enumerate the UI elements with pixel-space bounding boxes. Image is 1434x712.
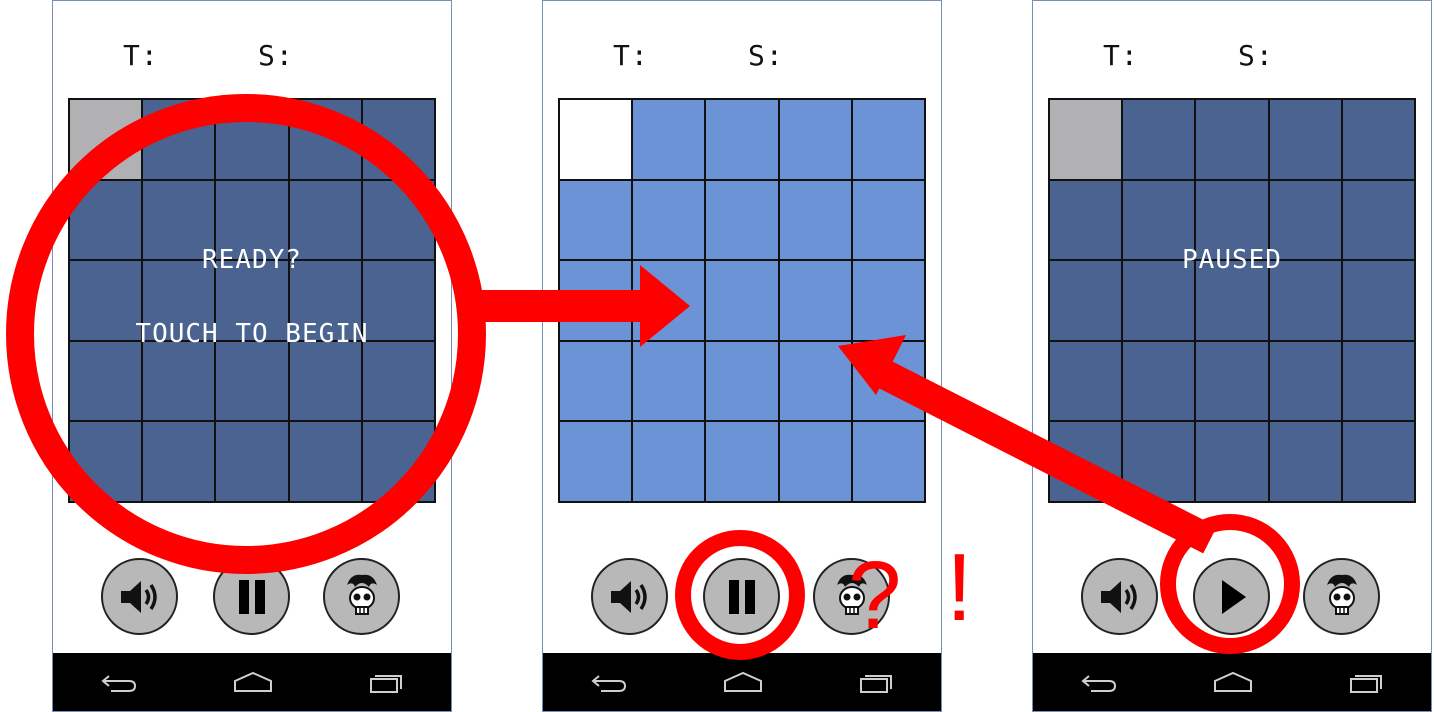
grid-cell[interactable] [851,340,925,422]
sound-button[interactable] [101,558,178,635]
score-label: S: [258,39,294,72]
grid-cell[interactable] [288,421,362,502]
recent-apps-icon[interactable] [1349,671,1383,693]
grid-cell[interactable] [1049,340,1123,422]
back-icon[interactable] [101,672,137,692]
grid-cell[interactable] [142,421,216,502]
grid-cell[interactable] [559,421,633,502]
grid-cell[interactable] [215,340,289,422]
grid-cell[interactable] [559,340,633,422]
time-label: T: [1103,39,1139,72]
grid-cell-highlighted[interactable] [1049,99,1123,180]
android-nav-bar [1033,653,1431,711]
home-icon[interactable] [723,671,763,693]
play-button[interactable] [1193,558,1270,635]
skull-icon [1326,574,1357,615]
grid-cell[interactable] [705,340,779,422]
speaker-icon [1100,580,1137,613]
grid-cell[interactable] [705,179,779,261]
grid-cell[interactable] [705,421,779,502]
pause-icon [238,579,265,614]
home-icon[interactable] [1213,671,1253,693]
back-icon[interactable] [591,672,627,692]
score-label: S: [748,39,784,72]
pause-icon [728,579,755,614]
touch-to-begin-message[interactable]: TOUCH TO BEGIN [68,319,436,349]
annotation-question-mark: ? [848,542,902,649]
time-label: T: [123,39,159,72]
grid-cell[interactable] [632,179,706,261]
game-grid[interactable] [1048,98,1416,503]
play-icon [1221,579,1246,614]
score-label: S: [1238,39,1274,72]
back-icon[interactable] [1081,672,1117,692]
grid-cell[interactable] [361,99,435,180]
grid-cell[interactable] [215,99,289,180]
grid-cell[interactable] [1122,340,1196,422]
annotation-exclamation-mark: ! [946,534,973,641]
recent-apps-icon[interactable] [859,671,893,693]
ready-message: READY? [202,245,302,275]
game-grid[interactable] [558,98,926,503]
grid-cell[interactable] [1341,421,1415,502]
grid-cell[interactable] [1122,421,1196,502]
speaker-icon [120,580,157,613]
grid-cell[interactable] [851,99,925,180]
grid-cell[interactable] [1268,421,1342,502]
grid-cell-highlighted[interactable] [69,99,143,180]
grid-cell[interactable] [778,421,852,502]
grid-cell[interactable] [778,179,852,261]
grid-cell[interactable] [215,421,289,502]
phone-screen-ready: T: S: READY? TOUCH TO BEGIN [52,0,452,712]
game-grid[interactable] [68,98,436,503]
grid-cell[interactable] [1268,99,1342,180]
grid-cell[interactable] [705,260,779,341]
grid-cell[interactable] [361,421,435,502]
grid-cell-highlighted[interactable] [559,99,633,180]
grid-cell[interactable] [288,340,362,422]
grid-cell[interactable] [851,421,925,502]
grid-cell[interactable] [632,260,706,341]
grid-cell[interactable] [1195,99,1269,180]
grid-cell[interactable] [778,340,852,422]
sound-button[interactable] [591,558,668,635]
grid-cell[interactable] [851,179,925,261]
android-nav-bar [53,653,451,711]
skull-icon [346,574,377,615]
grid-cell[interactable] [559,179,633,261]
recent-apps-icon[interactable] [369,671,403,693]
grid-cell[interactable] [778,260,852,341]
grid-cell[interactable] [1049,421,1123,502]
sound-button[interactable] [1081,558,1158,635]
time-label: T: [613,39,649,72]
grid-cell[interactable] [69,340,143,422]
grid-cell[interactable] [632,340,706,422]
grid-cell[interactable] [288,99,362,180]
grid-cell[interactable] [851,260,925,341]
grid-cell[interactable] [142,340,216,422]
grid-cell[interactable] [361,340,435,422]
grid-cell[interactable] [1341,99,1415,180]
grid-cell[interactable] [69,421,143,502]
grid-cell[interactable] [1268,340,1342,422]
speaker-icon [610,580,647,613]
android-nav-bar [543,653,941,711]
grid-cell[interactable] [1122,99,1196,180]
pause-button[interactable] [213,558,290,635]
profile-button[interactable] [323,558,400,635]
grid-cell[interactable] [559,260,633,341]
grid-cell[interactable] [1195,421,1269,502]
grid-cell[interactable] [632,99,706,180]
grid-cell[interactable] [778,99,852,180]
grid-cell[interactable] [1195,340,1269,422]
phone-screen-paused: T: S: PAUSED [1032,0,1432,712]
grid-cell[interactable] [632,421,706,502]
pause-button[interactable] [703,558,780,635]
grid-cell[interactable] [705,99,779,180]
paused-message: PAUSED [1182,245,1282,275]
grid-cell[interactable] [142,99,216,180]
grid-cell[interactable] [1341,340,1415,422]
profile-button[interactable] [1303,558,1380,635]
home-icon[interactable] [233,671,273,693]
